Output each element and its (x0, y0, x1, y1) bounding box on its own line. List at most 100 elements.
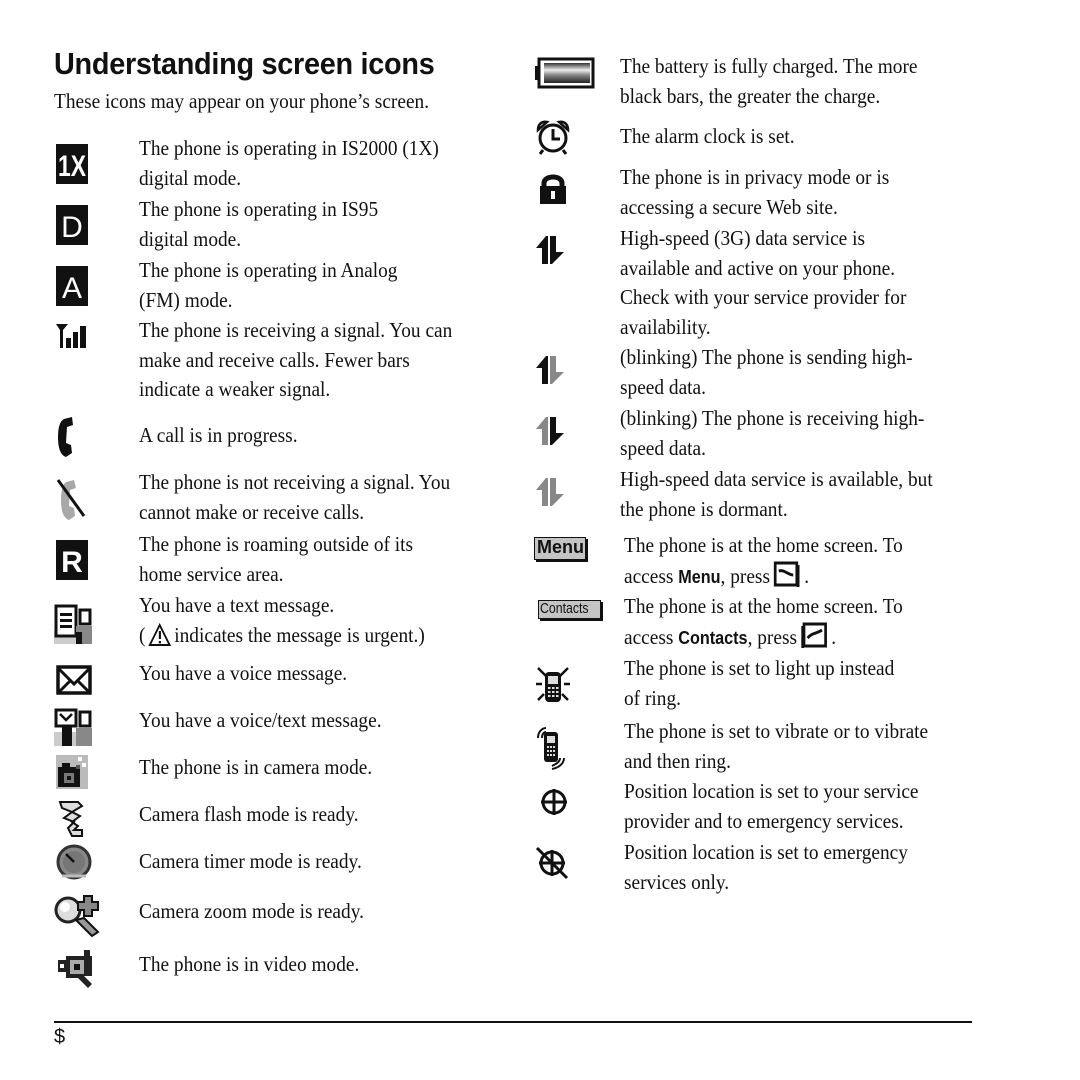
entry-line: speed data. (620, 374, 706, 399)
entry-text: A call is in progress. (139, 421, 298, 451)
video-mode-icon (58, 950, 92, 988)
entry-text: Position location is set to your service… (624, 777, 919, 836)
data-active-icon (536, 236, 564, 264)
entry-line: cannot make or receive calls. (139, 499, 365, 524)
entry-text: High-speed data service is available, bu… (620, 465, 933, 524)
entry-text: You have a voice message. (139, 659, 347, 689)
access-pre: access (624, 624, 679, 649)
entry-line: The phone is roaming outside of its (139, 532, 414, 556)
data-sending-icon (536, 356, 564, 384)
camera-mode-icon (56, 755, 88, 789)
entry-text: The phone is roaming outside of its home… (139, 530, 413, 589)
left-softkey-icon (801, 622, 828, 648)
entry-line: black bars, the greater the charge. (620, 83, 881, 108)
data-dormant-icon (536, 478, 564, 506)
entry-line: The phone is operating in Analog (139, 258, 398, 282)
signal-strength-icon (56, 324, 86, 348)
entry-line: indicate a weaker signal. (139, 377, 331, 401)
entry-line: and then ring. (624, 748, 731, 773)
period: . (831, 624, 837, 649)
text-message-icon (54, 604, 92, 644)
entry-text: You have a text message. (indicates the … (139, 591, 425, 650)
access-contacts-label: Contacts (678, 627, 748, 648)
entry-line: The phone is in video mode. (139, 952, 360, 976)
location-e911-icon (535, 846, 569, 880)
svg-text:D: D (61, 211, 83, 244)
entry-line: the phone is dormant. (620, 496, 788, 521)
entry-line: home service area. (139, 561, 284, 586)
svg-text:1X: 1X (58, 150, 86, 183)
period: . (804, 563, 810, 588)
entry-line: (blinking) The phone is sending high- (620, 345, 913, 369)
entry-line: The phone is at the home screen. To (624, 533, 903, 557)
light-up-icon (536, 667, 570, 702)
entry-line: provider and to emergency services. (624, 808, 904, 833)
entry-line: services only. (624, 869, 730, 894)
entry-line: The phone is not receiving a signal. You (139, 470, 451, 494)
entry-text: Camera timer mode is ready. (139, 847, 362, 877)
page-number: $ (54, 1026, 66, 1048)
svg-text:R: R (61, 546, 83, 579)
battery-full-icon (535, 57, 595, 89)
entry-line: make and receive calls. Fewer bars (139, 347, 410, 372)
entry-text: The phone is set to light up instead of … (624, 654, 894, 713)
entry-line: High-speed (3G) data service is (620, 226, 866, 250)
warning-triangle-icon (148, 622, 172, 646)
entry-line: (blinking) The phone is receiving high- (620, 406, 925, 430)
entry-line: Position location is set to emergency (624, 840, 908, 864)
entry-line: You have a voice message. (139, 661, 348, 685)
camera-zoom-icon (54, 895, 100, 938)
alarm-clock-icon (536, 120, 570, 155)
entry-line: The phone is at the home screen. To (624, 594, 903, 618)
contacts-softkey-label: Contacts (540, 600, 589, 617)
entry-line: Position location is set to your service (624, 779, 919, 803)
entry-line: digital mode. (139, 165, 242, 190)
entry-text: The phone is at the home screen. To acce… (624, 531, 903, 592)
menu-softkey-icon: Menu (534, 537, 586, 560)
call-in-progress-icon (58, 417, 73, 457)
menu-softkey-label: Menu (537, 537, 584, 557)
camera-timer-icon (56, 844, 92, 880)
entry-text: The phone is in camera mode. (139, 753, 372, 783)
entry-text: The alarm clock is set. (620, 122, 795, 152)
entry-line: You have a text message. (139, 593, 335, 617)
access-post: , press (720, 563, 770, 588)
entry-text: The phone is operating in IS95 digital m… (139, 195, 378, 254)
entry-text: The phone is not receiving a signal. You… (139, 468, 450, 527)
entry-text: The phone is receiving a signal. You can… (139, 316, 452, 405)
footer-rule (54, 1021, 972, 1023)
access-post: , press (747, 624, 798, 649)
entry-text: The phone is set to vibrate or to vibrat… (624, 717, 928, 776)
entry-line: (FM) mode. (139, 287, 233, 312)
entry-text: Camera flash mode is ready. (139, 800, 359, 830)
entry-line: You have a voice/text message. (139, 708, 382, 732)
right-softkey-icon (774, 561, 800, 587)
entry-text: (blinking) The phone is sending high- sp… (620, 343, 913, 402)
entry-line: The phone is in camera mode. (139, 755, 373, 779)
entry-line: accessing a secure Web site. (620, 194, 838, 219)
access-pre: access (624, 563, 679, 588)
entry-line: availability. (620, 314, 711, 339)
d-mode-icon: D (56, 205, 88, 245)
1x-mode-icon: 1X (56, 144, 88, 184)
urgent-note: (indicates the message is urgent.) (139, 621, 425, 651)
entry-line: Camera timer mode is ready. (139, 849, 362, 873)
camera-flash-icon (58, 801, 84, 837)
entry-text: Camera zoom mode is ready. (139, 897, 364, 927)
entry-text: The phone is operating in IS2000 (1X) di… (139, 134, 439, 193)
entry-line: Check with your service provider for (620, 285, 907, 309)
data-receiving-icon (536, 417, 564, 445)
entry-line: digital mode. (139, 226, 242, 251)
svg-text:A: A (62, 272, 82, 305)
location-on-icon (541, 789, 567, 815)
entry-line: available and active on your phone. (620, 255, 896, 280)
voice-message-icon (56, 665, 92, 695)
entry-line: speed data. (620, 435, 706, 460)
entry-line: Camera flash mode is ready. (139, 802, 359, 826)
note-paren: ( (139, 622, 146, 647)
access-menu-label: Menu (678, 566, 721, 587)
entry-line: The battery is fully charged. The more (620, 54, 918, 78)
entry-text: High-speed (3G) data service is availabl… (620, 224, 906, 342)
entry-text: Position location is set to emergency se… (624, 838, 908, 897)
entry-text: You have a voice/text message. (139, 706, 382, 736)
